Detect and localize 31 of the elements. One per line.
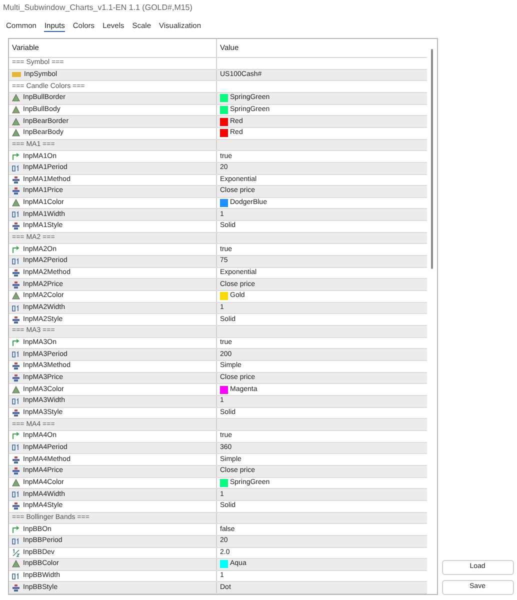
branch-arrow-icon (12, 526, 20, 534)
list-stack-icon (12, 176, 20, 184)
list-stack-icon (12, 222, 20, 230)
branch-arrow-icon (12, 246, 20, 254)
integer-icon (12, 398, 20, 405)
integer-icon (12, 258, 20, 265)
list-stack-icon (12, 187, 20, 196)
scrollbar-thumb[interactable] (431, 49, 433, 269)
list-stack-icon (12, 502, 20, 510)
fraction-icon (12, 548, 20, 557)
list-stack-icon (12, 280, 20, 289)
list-stack-icon (12, 374, 20, 382)
integer-icon (12, 491, 20, 498)
list-stack-icon (12, 456, 20, 464)
list-stack-icon (12, 362, 20, 370)
list-stack-icon (12, 408, 20, 417)
integer-icon (12, 572, 20, 580)
integer-icon (12, 351, 20, 358)
list-stack-icon (12, 316, 20, 324)
branch-arrow-icon (12, 432, 20, 440)
branch-arrow-icon (12, 152, 20, 161)
branch-arrow-icon (12, 339, 20, 348)
integer-icon (12, 444, 20, 452)
integer-icon (12, 211, 20, 218)
integer-icon (12, 538, 20, 545)
list-stack-icon (12, 467, 20, 476)
list-stack-icon (12, 269, 20, 278)
integer-icon (12, 304, 20, 312)
integer-icon (12, 164, 20, 172)
window-title: Multi_Subwindow_Charts_v1.1-EN 1.1 (GOLD#,M15) (2, 2, 194, 14)
list-stack-icon (12, 584, 20, 592)
